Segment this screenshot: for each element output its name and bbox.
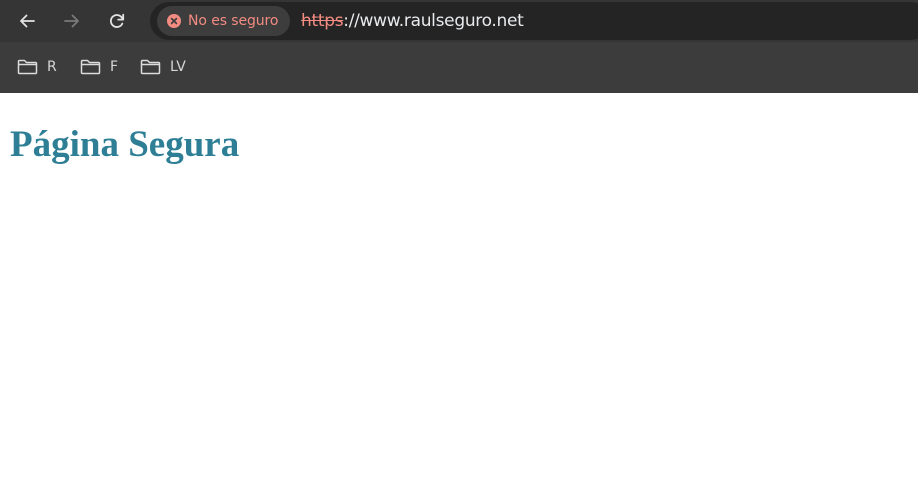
back-button[interactable] <box>12 6 42 36</box>
security-indicator-chip[interactable]: No es seguro <box>157 6 291 36</box>
bookmark-folder-f[interactable]: F <box>80 56 118 78</box>
reload-icon <box>108 12 126 30</box>
bookmark-folder-lv[interactable]: LV <box>140 56 186 78</box>
bookmark-folder-r[interactable]: R <box>17 56 57 78</box>
url-host: ://www.raulseguro.net <box>343 11 524 31</box>
bookmark-label: LV <box>170 59 186 75</box>
page-content: Página Segura <box>0 93 918 493</box>
security-label: No es seguro <box>188 13 279 29</box>
address-bar[interactable]: No es seguro https://www.raulseguro.net <box>150 2 918 40</box>
folder-icon <box>80 59 101 75</box>
url-text[interactable]: https://www.raulseguro.net <box>301 11 524 31</box>
arrow-right-icon <box>63 12 81 30</box>
url-scheme: https <box>301 11 344 31</box>
browser-toolbar: No es seguro https://www.raulseguro.net <box>0 0 918 42</box>
page-title: Página Segura <box>10 124 240 165</box>
bookmarks-bar: R F LV <box>0 42 918 93</box>
folder-icon <box>140 59 161 75</box>
folder-icon <box>17 59 38 75</box>
bookmark-label: R <box>47 59 57 75</box>
reload-button[interactable] <box>102 6 132 36</box>
browser-chrome: No es seguro https://www.raulseguro.net … <box>0 0 918 93</box>
arrow-left-icon <box>18 12 36 30</box>
bookmark-label: F <box>110 59 119 75</box>
not-secure-icon <box>167 14 181 28</box>
forward-button[interactable] <box>57 6 87 36</box>
